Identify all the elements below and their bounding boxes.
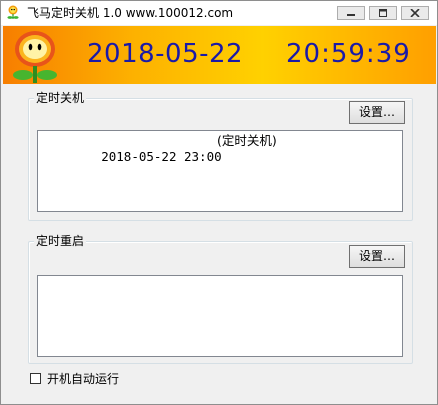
flower-icon: [13, 31, 57, 83]
minimize-icon: [347, 14, 355, 16]
clock-banner: 2018-05-22 20:59:39: [3, 26, 436, 84]
list-item[interactable]: 2018-05-22 23:00 (定时关机): [41, 133, 277, 197]
restart-list[interactable]: [37, 275, 403, 357]
app-icon: [7, 5, 19, 19]
shutdown-description: (定时关机): [217, 133, 277, 148]
shutdown-settings-button[interactable]: 设置…: [349, 101, 405, 124]
maximize-icon: [379, 9, 387, 17]
restart-group: 定时重启 设置…: [28, 234, 413, 364]
close-icon: [410, 9, 420, 17]
app-window: 飞马定时关机 1.0 www.100012.com 2018-05-22 20:…: [0, 0, 438, 405]
maximize-button[interactable]: [369, 6, 397, 20]
restart-group-label: 定时重启: [34, 234, 87, 248]
shutdown-list[interactable]: 2018-05-22 23:00 (定时关机): [37, 130, 403, 212]
current-time: 20:59:39: [286, 39, 411, 69]
shutdown-group: 定时关机 设置… 2018-05-22 23:00 (定时关机): [28, 91, 413, 221]
autostart-label: 开机自动运行: [47, 372, 120, 386]
current-date: 2018-05-22: [87, 39, 244, 69]
shutdown-datetime: 2018-05-22 23:00: [101, 149, 222, 164]
window-title: 飞马定时关机 1.0 www.100012.com: [27, 6, 234, 20]
close-button[interactable]: [401, 6, 429, 20]
minimize-button[interactable]: [337, 6, 365, 20]
title-bar[interactable]: 飞马定时关机 1.0 www.100012.com: [1, 1, 437, 25]
shutdown-group-label: 定时关机: [34, 91, 87, 105]
autostart-checkbox[interactable]: [30, 373, 41, 384]
restart-settings-button[interactable]: 设置…: [349, 245, 405, 268]
